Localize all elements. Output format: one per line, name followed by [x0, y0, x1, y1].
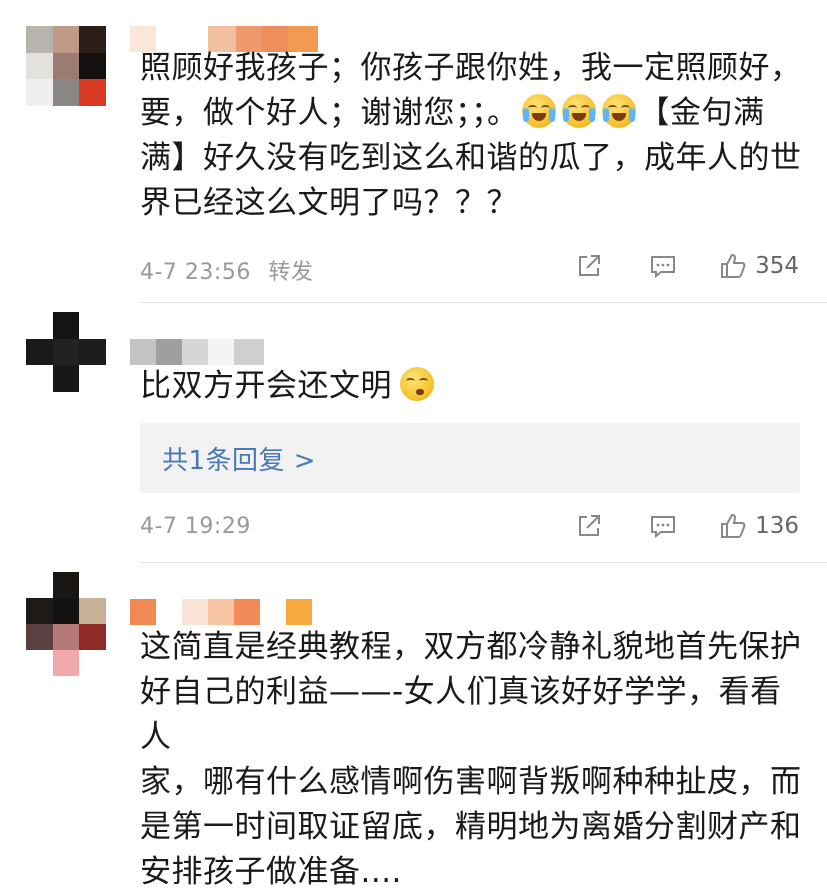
comment-line: 界已经这么文明了吗？？？ [140, 185, 518, 221]
divider [140, 562, 827, 563]
comment-actions: 354 [575, 252, 799, 280]
view-replies-link[interactable]: 共1条回复 > [162, 440, 316, 477]
comment-line: 要，做个好人；谢谢您；；。 【金句满 [140, 91, 805, 136]
comment-meta: 4-7 23:56 转发 [140, 254, 313, 286]
username-mosaic[interactable] [130, 339, 264, 365]
like-count: 354 [755, 253, 799, 279]
divider [140, 302, 827, 303]
comment-line-text: 比双方开会还文明 [140, 368, 392, 404]
comment-actions: 136 [575, 512, 799, 540]
comment-text: 这简直是经典教程，双方都冷静礼貌地首先保护 好自己的利益——-女人们真该好好学学… [140, 625, 805, 895]
laugh-cry-emoji [601, 94, 636, 128]
thumb-up-icon[interactable] [719, 252, 747, 280]
comment-line: 家，哪有什么感情啊伤害啊背叛啊种种扯皮，而 [140, 764, 802, 800]
timestamp: 4-7 23:56 [140, 260, 251, 285]
comment-line-text: 要，做个好人；谢谢您；；。 [140, 95, 519, 131]
comment-line: 安排孩子做准备.... [140, 854, 402, 890]
comment-line: 好自己的利益——-女人们真该好好学学，看看人 [140, 674, 782, 755]
username-mosaic[interactable] [130, 599, 312, 625]
comment-line-tail: 【金句满 [638, 95, 765, 131]
comment-icon[interactable] [649, 252, 677, 280]
avatar[interactable] [26, 572, 106, 676]
comment-line: 这简直是经典教程，双方都冷静礼貌地首先保护 [140, 629, 802, 665]
laugh-cry-emoji [561, 94, 596, 128]
comment-line: 是第一时间取证留底，精明地为离婚分割财产和 [140, 809, 802, 845]
comment-line: 照顾好我孩子；你孩子跟你姓，我一定照顾好， [140, 50, 802, 86]
share-icon[interactable] [575, 512, 603, 540]
share-icon[interactable] [575, 252, 603, 280]
forward-link[interactable]: 转发 [268, 260, 313, 285]
laugh-cry-emoji [521, 94, 556, 128]
reply-box[interactable]: 共1条回复 > [140, 423, 800, 493]
thumb-up-icon[interactable] [719, 512, 747, 540]
comment-text: 比双方开会还文明 [140, 364, 805, 409]
comment-text: 照顾好我孩子；你孩子跟你姓，我一定照顾好， 要，做个好人；谢谢您；；。 【金句满 … [140, 46, 805, 226]
thinking-emoji [400, 367, 434, 401]
comment-line: 满】好久没有吃到这么和谐的瓜了，成年人的世 [140, 140, 802, 176]
avatar[interactable] [26, 26, 106, 106]
like-count: 136 [755, 513, 799, 539]
comment-icon[interactable] [649, 512, 677, 540]
comment-meta: 4-7 19:29 [140, 514, 251, 539]
avatar[interactable] [26, 312, 106, 392]
timestamp: 4-7 19:29 [140, 514, 251, 539]
